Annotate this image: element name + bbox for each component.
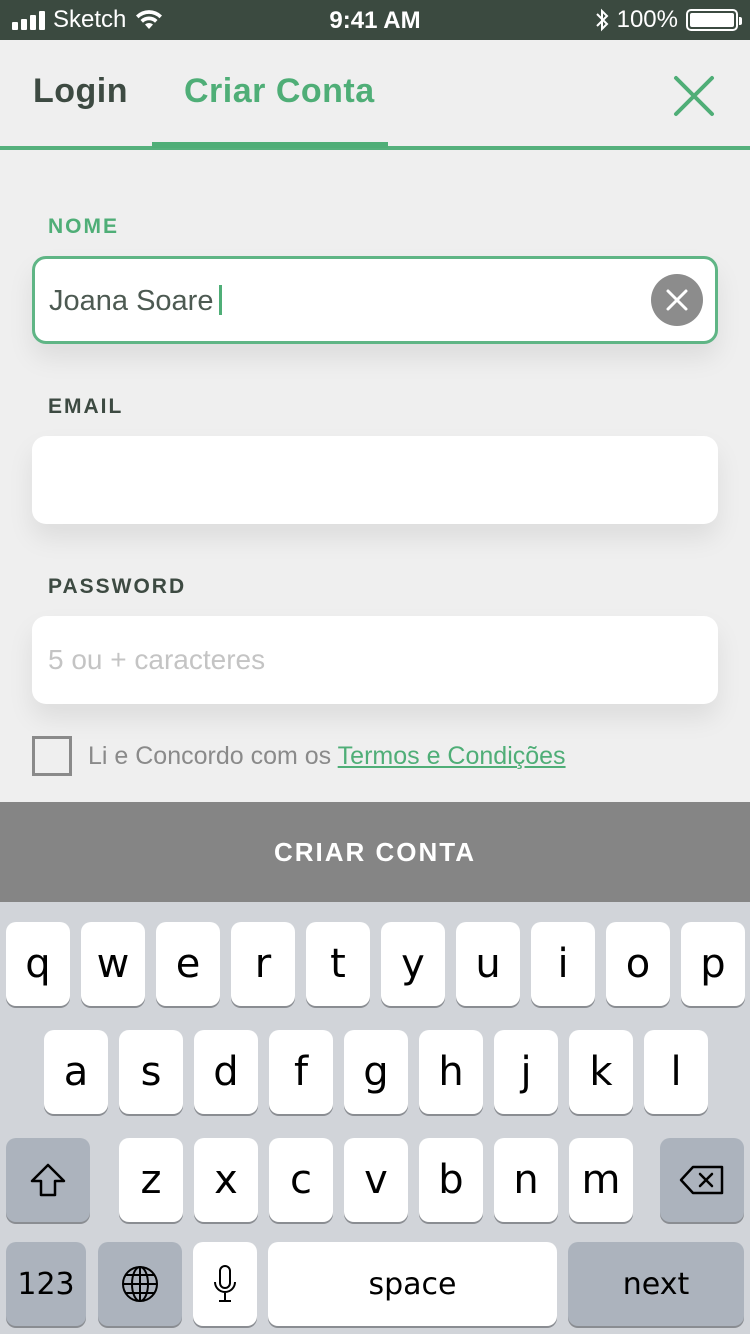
clear-icon bbox=[666, 289, 688, 311]
password-field[interactable]: 5 ou + caracteres bbox=[32, 616, 718, 704]
auth-header: Login Criar Conta bbox=[0, 40, 750, 150]
key-i[interactable]: i bbox=[531, 922, 595, 1006]
keyboard: q w e r t y u i o p a s d f g h j k l z … bbox=[0, 902, 750, 1334]
key-j[interactable]: j bbox=[494, 1030, 558, 1114]
key-t[interactable]: t bbox=[306, 922, 370, 1006]
key-b[interactable]: b bbox=[419, 1138, 483, 1222]
battery-percent: 100% bbox=[616, 6, 678, 33]
key-s[interactable]: s bbox=[119, 1030, 183, 1114]
shift-key[interactable] bbox=[6, 1138, 90, 1222]
name-field[interactable]: Joana Soare bbox=[32, 256, 718, 344]
status-bar: Sketch 9:41 AM 100% bbox=[0, 0, 750, 40]
name-label: NOME bbox=[48, 215, 119, 238]
key-m[interactable]: m bbox=[569, 1138, 633, 1222]
key-h[interactable]: h bbox=[419, 1030, 483, 1114]
name-value-wrap: Joana Soare bbox=[49, 285, 223, 318]
active-tab-indicator bbox=[152, 142, 388, 148]
email-field[interactable] bbox=[32, 436, 718, 524]
terms-text: Li e Concordo com os Termos e Condições bbox=[88, 742, 566, 771]
numbers-key[interactable]: 123 bbox=[6, 1242, 86, 1326]
password-label: PASSWORD bbox=[48, 575, 187, 598]
key-a[interactable]: a bbox=[44, 1030, 108, 1114]
key-g[interactable]: g bbox=[344, 1030, 408, 1114]
terms-link[interactable]: Termos e Condições bbox=[338, 742, 566, 770]
backspace-icon bbox=[679, 1165, 724, 1195]
key-q[interactable]: q bbox=[6, 922, 70, 1006]
battery-icon bbox=[686, 9, 742, 31]
key-w[interactable]: w bbox=[81, 922, 145, 1006]
key-l[interactable]: l bbox=[644, 1030, 708, 1114]
bluetooth-icon bbox=[595, 8, 609, 32]
key-f[interactable]: f bbox=[269, 1030, 333, 1114]
text-cursor bbox=[219, 285, 223, 316]
key-n[interactable]: n bbox=[494, 1138, 558, 1222]
shift-icon bbox=[30, 1163, 66, 1197]
key-p[interactable]: p bbox=[681, 922, 745, 1006]
key-v[interactable]: v bbox=[344, 1138, 408, 1222]
key-x[interactable]: x bbox=[194, 1138, 258, 1222]
key-e[interactable]: e bbox=[156, 922, 220, 1006]
terms-prefix: Li e Concordo com os bbox=[88, 742, 338, 770]
name-value: Joana Soare bbox=[49, 285, 214, 317]
microphone-icon bbox=[214, 1265, 236, 1302]
key-y[interactable]: y bbox=[381, 922, 445, 1006]
delete-key[interactable] bbox=[660, 1138, 744, 1222]
email-label: EMAIL bbox=[48, 395, 124, 418]
key-u[interactable]: u bbox=[456, 922, 520, 1006]
space-key[interactable]: space bbox=[268, 1242, 557, 1326]
key-z[interactable]: z bbox=[119, 1138, 183, 1222]
key-c[interactable]: c bbox=[269, 1138, 333, 1222]
next-key[interactable]: next bbox=[568, 1242, 744, 1326]
close-icon[interactable] bbox=[672, 74, 716, 118]
create-account-label: CRIAR CONTA bbox=[273, 836, 477, 867]
dictation-key[interactable] bbox=[193, 1242, 257, 1326]
key-d[interactable]: d bbox=[194, 1030, 258, 1114]
tab-criar-conta[interactable]: Criar Conta bbox=[184, 72, 375, 111]
globe-icon bbox=[122, 1266, 158, 1302]
key-r[interactable]: r bbox=[231, 922, 295, 1006]
status-right: 100% bbox=[595, 6, 742, 34]
key-o[interactable]: o bbox=[606, 922, 670, 1006]
terms-checkbox[interactable] bbox=[32, 736, 72, 776]
globe-key[interactable] bbox=[98, 1242, 182, 1326]
password-placeholder: 5 ou + caracteres bbox=[48, 644, 266, 675]
clear-field-button[interactable] bbox=[651, 274, 703, 326]
create-account-button[interactable]: CRIAR CONTA bbox=[0, 802, 750, 902]
tab-login[interactable]: Login bbox=[33, 72, 128, 111]
key-k[interactable]: k bbox=[569, 1030, 633, 1114]
